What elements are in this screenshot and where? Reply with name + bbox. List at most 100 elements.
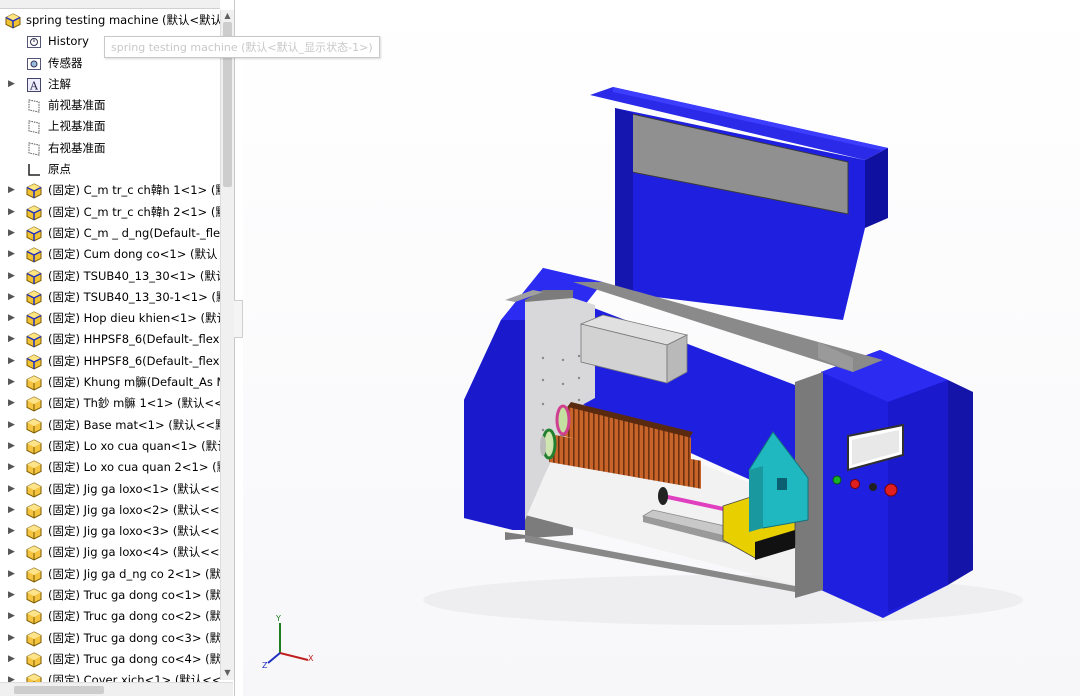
expand-arrow-icon[interactable]: ▶ — [8, 180, 16, 201]
tree-feature-item[interactable]: 上视基准面 — [0, 116, 220, 137]
scroll-down-icon[interactable]: ▼ — [223, 668, 232, 678]
tree-component-item[interactable]: ▶ (固定) Jig ga loxo<2> (默认<< — [0, 500, 220, 521]
tree-vertical-scrollbar[interactable]: ▲ ▼ — [220, 10, 234, 680]
tree-component-item[interactable]: ▶ (固定) Hop dieu khien<1> (默认 — [0, 308, 220, 329]
expand-arrow-icon[interactable]: ▶ — [8, 74, 16, 95]
tree-feature-item[interactable]: 原点 — [0, 159, 220, 180]
part-icon — [26, 311, 42, 327]
tree-hscroll-thumb[interactable] — [14, 686, 104, 694]
expand-arrow-icon[interactable]: ▶ — [8, 585, 16, 606]
expand-arrow-icon[interactable]: ▶ — [8, 415, 16, 436]
subassembly-icon — [26, 439, 42, 455]
expand-arrow-icon[interactable]: ▶ — [8, 628, 16, 649]
expand-arrow-icon[interactable]: ▶ — [8, 308, 16, 329]
tree-item-label: 原点 — [48, 162, 71, 177]
tree-item-label: (固定) Jig ga loxo<3> (默认<< — [48, 524, 220, 539]
expand-arrow-icon[interactable]: ▶ — [8, 393, 16, 414]
tree-item-label: (固定) C_m tr_c ch韓h 2<1> (默 — [48, 204, 220, 219]
tree-item-label: (固定) Cum dong co<1> (默认 — [48, 247, 218, 262]
part-icon — [26, 354, 42, 370]
subassembly-icon — [26, 481, 42, 498]
tree-root-assembly[interactable]: spring testing machine (默认<默认 — [0, 10, 220, 31]
expand-arrow-icon[interactable]: ▶ — [8, 500, 16, 521]
origin-icon — [26, 162, 42, 178]
svg-text:A: A — [29, 79, 39, 92]
expand-arrow-icon[interactable]: ▶ — [8, 351, 16, 372]
tree-component-item[interactable]: ▶ (固定) Lo xo cua quan<1> (默认 — [0, 436, 220, 457]
tree-component-item[interactable]: ▶ (固定) Jig ga loxo<1> (默认<< — [0, 479, 220, 500]
subassembly-icon — [26, 631, 42, 647]
part-icon — [26, 332, 42, 349]
tree-component-item[interactable]: ▶ (固定) Truc ga dong co<3> (默 — [0, 628, 220, 649]
expand-arrow-icon[interactable]: ▶ — [8, 223, 16, 244]
annotation-icon: A — [26, 77, 42, 93]
tree-item-label: (固定) Truc ga dong co<4> (默 — [48, 651, 220, 666]
expand-arrow-icon[interactable]: ▶ — [8, 457, 16, 478]
tree-top-bar — [0, 0, 220, 9]
tree-component-item[interactable]: ▶ (固定) Khung m髍(Default_As M — [0, 372, 220, 393]
lid — [590, 87, 888, 320]
expand-arrow-icon[interactable]: ▶ — [8, 329, 16, 350]
tree-item-label: (固定) Jig ga loxo<1> (默认<< — [48, 481, 220, 496]
graphics-viewport[interactable]: Y X Z — [243, 0, 1080, 696]
expand-arrow-icon[interactable]: ▶ — [8, 244, 16, 265]
tree-component-item[interactable]: ▶ (固定) Jig ga d_ng co 2<1> (默 — [0, 564, 220, 585]
tree-component-item[interactable]: ▶ (固定) C_m _ d_ng(Default-_flex — [0, 223, 220, 244]
tree-horizontal-scrollbar[interactable] — [0, 682, 233, 696]
tree-feature-item[interactable]: 右视基准面 — [0, 138, 220, 159]
expand-arrow-icon[interactable]: ▶ — [8, 372, 16, 393]
expand-arrow-icon[interactable]: ▶ — [8, 542, 16, 563]
part-icon — [26, 226, 42, 242]
tree-component-item[interactable]: ▶ (固定) Base mat<1> (默认<<默 — [0, 415, 220, 436]
tree-component-item[interactable]: ▶ (固定) HHPSF8_6(Default-_flexil — [0, 351, 220, 372]
tree-component-item[interactable]: ▶ (固定) Jig ga loxo<3> (默认<< — [0, 521, 220, 542]
tree-component-item[interactable]: ▶ (固定) TSUB40_13_30<1> (默认 — [0, 266, 220, 287]
tree-component-item[interactable]: ▶ (固定) HHPSF8_6(Default-_flexil — [0, 329, 220, 350]
expand-arrow-icon[interactable]: ▶ — [8, 436, 16, 457]
subassembly-icon — [26, 609, 42, 625]
subassembly-icon — [26, 652, 42, 668]
subassembly-icon — [26, 503, 42, 519]
tree-component-item[interactable]: ▶ (固定) TSUB40_13_30-1<1> (默 — [0, 287, 220, 308]
plane-icon — [26, 141, 42, 157]
tree-item-label: (固定) C_m _ d_ng(Default-_flex — [48, 225, 220, 240]
tree-component-item[interactable]: ▶ (固定) Cum dong co<1> (默认 — [0, 244, 220, 265]
expand-arrow-icon[interactable]: ▶ — [8, 606, 16, 627]
tree-item-label: (固定) Hop dieu khien<1> (默认 — [48, 311, 220, 326]
expand-arrow-icon[interactable]: ▶ — [8, 202, 16, 223]
panel-splitter-handle[interactable] — [234, 300, 243, 338]
history-icon — [26, 34, 42, 50]
tree-component-item[interactable]: ▶ (固定) Th鈔 m髍 1<1> (默认<< — [0, 393, 220, 414]
tree-component-item[interactable]: ▶ (固定) C_m tr_c ch韓h 2<1> (默 — [0, 202, 220, 223]
tree-item-label: (固定) Truc ga dong co<3> (默 — [48, 630, 220, 645]
part-icon — [26, 290, 42, 306]
feature-tree-panel: spring testing machine (默认<默认 History 传感器 ▶… — [0, 0, 235, 696]
sensor-icon — [26, 56, 42, 72]
part-icon — [26, 269, 42, 285]
tree-item-label: (固定) Jig ga d_ng co 2<1> (默 — [48, 566, 220, 581]
assembly-model-view[interactable]: Y X Z — [243, 0, 1080, 696]
tree-component-item[interactable]: ▶ (固定) C_m tr_c ch韓h 1<1> (默 — [0, 180, 220, 201]
part-icon — [26, 183, 42, 199]
scroll-up-icon[interactable]: ▲ — [223, 11, 232, 21]
tree-feature-item[interactable]: ▶ A 注解 — [0, 74, 220, 95]
expand-arrow-icon[interactable]: ▶ — [8, 521, 16, 542]
expand-arrow-icon[interactable]: ▶ — [8, 266, 16, 287]
tree-item-label: 注解 — [48, 76, 71, 91]
tree-component-item[interactable]: ▶ (固定) Truc ga dong co<4> (默 — [0, 649, 220, 670]
tree-component-item[interactable]: ▶ (固定) Truc ga dong co<2> (默 — [0, 606, 220, 627]
tree-feature-item[interactable]: 前视基准面 — [0, 95, 220, 116]
expand-arrow-icon[interactable]: ▶ — [8, 649, 16, 670]
tree-component-item[interactable]: ▶ (固定) Truc ga dong co<1> (默 — [0, 585, 220, 606]
tree-item-tooltip: spring testing machine (默认<默认_显示状态-1>) — [104, 36, 380, 58]
triad-z-label: Z — [262, 661, 268, 670]
tree-item-label: (固定) TSUB40_13_30<1> (默认 — [48, 268, 220, 283]
expand-arrow-icon[interactable]: ▶ — [8, 479, 16, 500]
triad-y-label: Y — [275, 614, 281, 623]
triad-x-label: X — [308, 654, 314, 663]
expand-arrow-icon[interactable]: ▶ — [8, 564, 16, 585]
tree-item-label: 传感器 — [48, 55, 83, 70]
tree-component-item[interactable]: ▶ (固定) Jig ga loxo<4> (默认<< — [0, 542, 220, 563]
tree-component-item[interactable]: ▶ (固定) Lo xo cua quan 2<1> (默 — [0, 457, 220, 478]
expand-arrow-icon[interactable]: ▶ — [8, 287, 16, 308]
